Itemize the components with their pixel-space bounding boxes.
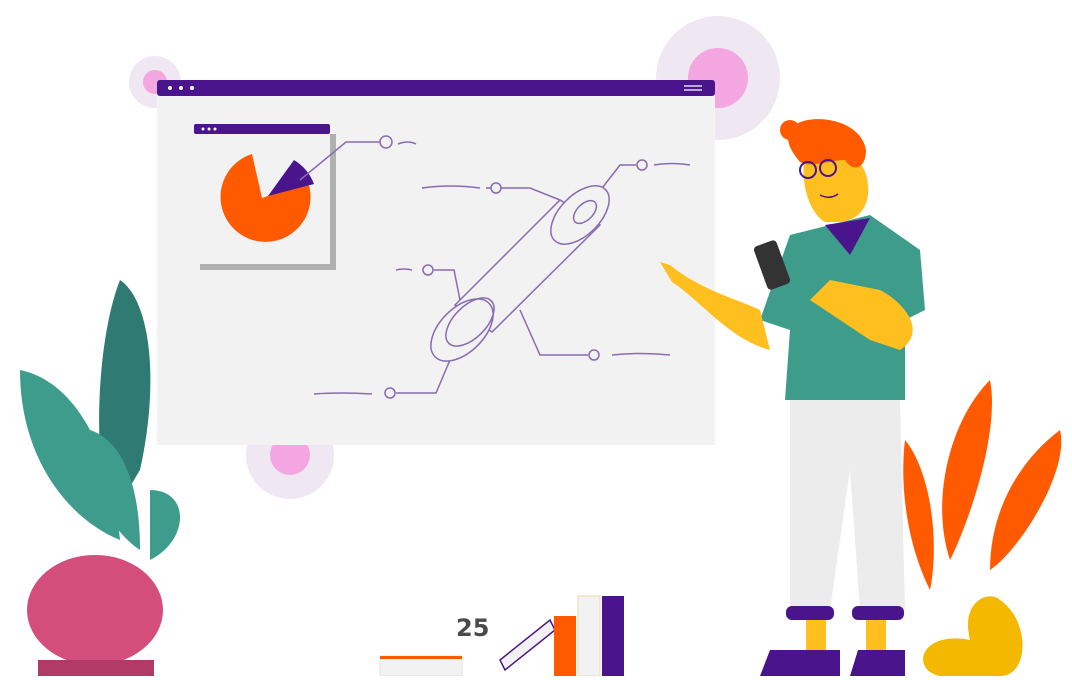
- books: [379, 595, 624, 677]
- chart-window: [194, 124, 336, 270]
- page-number: 25: [456, 614, 490, 642]
- illustration-stage: [0, 0, 1072, 677]
- left-plant: [20, 280, 180, 676]
- right-plant: [903, 380, 1062, 676]
